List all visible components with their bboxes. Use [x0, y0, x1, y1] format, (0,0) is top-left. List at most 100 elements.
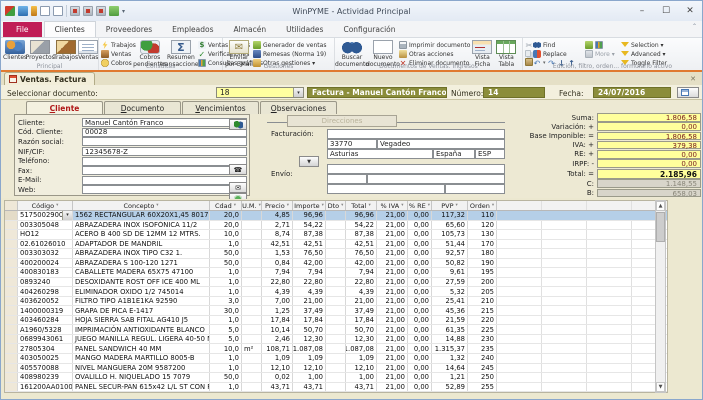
ribbon-small-button[interactable]: Ventas — [101, 50, 136, 58]
cell-codigo[interactable]: 403460284 — [18, 316, 73, 325]
cell-um[interactable] — [242, 316, 262, 325]
cell-codigo[interactable]: 405570088 — [18, 364, 73, 373]
header-pvp[interactable]: PVP▾ — [432, 201, 468, 210]
cell-concepto[interactable]: PANEL SECUR-PAN 615x42 L/L ST CON REFUE — [73, 383, 210, 392]
cell-cdad[interactable]: 1,0 — [210, 287, 242, 296]
cell-um[interactable] — [242, 221, 262, 230]
cell-concepto[interactable]: ELIMINADOR OXIDO 1/2 745014 — [73, 287, 210, 296]
row-selector[interactable] — [5, 354, 18, 363]
field-input[interactable]: Manuel Cantón Franco — [82, 118, 247, 127]
cell-importe[interactable]: 22,80 — [293, 278, 326, 287]
cell-re[interactable]: 0,00 — [408, 364, 432, 373]
page-icon[interactable] — [40, 6, 50, 16]
cell-orden[interactable]: 235 — [468, 344, 497, 353]
row-selector[interactable] — [5, 211, 18, 220]
row-selector[interactable] — [5, 230, 18, 239]
cell-dto[interactable] — [326, 268, 346, 277]
cell-orden[interactable]: 130 — [468, 230, 497, 239]
cell-pvp[interactable]: 105,73 — [432, 230, 468, 239]
cell-dto[interactable] — [326, 278, 346, 287]
row-selector[interactable] — [5, 344, 18, 353]
cell-dto[interactable] — [326, 316, 346, 325]
cell-codigo[interactable]: HO12 — [18, 230, 73, 239]
cell-orden[interactable]: 220 — [468, 316, 497, 325]
cut-button[interactable] — [525, 41, 533, 49]
cell-importe[interactable]: 7,94 — [293, 268, 326, 277]
misc-icons[interactable] — [585, 41, 621, 49]
cell-orden[interactable]: 250 — [468, 373, 497, 382]
copy-button[interactable] — [525, 50, 533, 57]
cell-codigo[interactable]: 404260298 — [18, 287, 73, 296]
cell-concepto[interactable]: JUEGO MANILLA REGUL. LIGERA 40-50 M — [73, 335, 210, 344]
cell-importe[interactable]: 96,96 — [293, 211, 326, 220]
cell-um[interactable] — [242, 240, 262, 249]
cell-um[interactable] — [242, 211, 262, 220]
row-selector[interactable] — [5, 325, 18, 334]
cell-um[interactable] — [242, 278, 262, 287]
combo-dropdown-icon[interactable]: ▾ — [293, 88, 303, 97]
cell-re[interactable]: 0,00 — [408, 259, 432, 268]
cell-precio[interactable]: 1,25 — [262, 306, 293, 315]
cell-orden[interactable]: 195 — [468, 268, 497, 277]
header-orden[interactable]: Orden▾ — [468, 201, 497, 210]
filter-button[interactable]: Advanced ▾ — [621, 50, 667, 58]
cell-codigo[interactable]: 403050025 — [18, 354, 73, 363]
cell-pvp[interactable]: 50,82 — [432, 259, 468, 268]
ribbon-big-button[interactable]: Clientes — [3, 39, 27, 62]
cell-pvp[interactable]: 92,57 — [432, 249, 468, 258]
row-selector[interactable] — [5, 373, 18, 382]
header-importe[interactable]: Importe▾ — [293, 201, 326, 210]
cell-total[interactable]: 96,96 — [346, 211, 377, 220]
cell-total[interactable]: 22,80 — [346, 278, 377, 287]
cell-precio[interactable]: 4,39 — [262, 287, 293, 296]
cell-re[interactable]: 0,00 — [408, 354, 432, 363]
cell-iva[interactable]: 21,00 — [377, 240, 408, 249]
cell-importe[interactable]: 42,00 — [293, 259, 326, 268]
cell-um[interactable] — [242, 354, 262, 363]
field-input[interactable] — [82, 166, 247, 175]
ribbon-big-button[interactable]: Trabajos — [53, 39, 78, 62]
chart-icon[interactable] — [18, 6, 28, 16]
cell-re[interactable]: 0,00 — [408, 306, 432, 315]
header-cdad[interactable]: Cdad▾ — [210, 201, 242, 210]
ribbon-collapse-icon[interactable]: ⌃ — [692, 23, 697, 30]
cell-orden[interactable]: 205 — [468, 287, 497, 296]
ribbon-small-button[interactable]: Trabajos — [101, 41, 136, 49]
cell-orden[interactable]: 215 — [468, 306, 497, 315]
table-row[interactable]: 408980239 OVALILLO H. NIQUELADO 15 7079 … — [5, 373, 667, 383]
scroll-down-icon[interactable]: ▼ — [656, 382, 665, 392]
cell-um[interactable] — [242, 249, 262, 258]
cell-importe[interactable]: 50,70 — [293, 325, 326, 334]
document-combo[interactable]: 18 ▾ — [216, 87, 304, 98]
cell-pvp[interactable]: 1.315,37 — [432, 344, 468, 353]
cell-precio[interactable]: 4,85 — [262, 211, 293, 220]
direcciones-button[interactable]: Direcciones — [287, 115, 397, 127]
row-selector[interactable] — [5, 335, 18, 344]
field-input[interactable] — [82, 185, 247, 194]
qat-dropdown-icon[interactable]: ▾ — [122, 8, 125, 15]
cell-pvp[interactable]: 27,59 — [432, 278, 468, 287]
cell-importe[interactable]: 76,50 — [293, 249, 326, 258]
cell-total[interactable]: 12,30 — [346, 335, 377, 344]
cell-cdad[interactable]: 1,0 — [210, 268, 242, 277]
row-selector[interactable] — [5, 268, 18, 277]
close-button[interactable]: ✕ — [678, 1, 702, 21]
cell-cdad[interactable]: 20,0 — [210, 221, 242, 230]
cell-iva[interactable]: 21,00 — [377, 306, 408, 315]
cell-cdad[interactable]: 1,0 — [210, 354, 242, 363]
cell-total[interactable]: 12,10 — [346, 364, 377, 373]
cell-iva[interactable]: 21,00 — [377, 221, 408, 230]
cell-concepto[interactable]: ACERO B 400 SD DE 12MM 12 MTRS. — [73, 230, 210, 239]
phone-button[interactable]: ☎ — [229, 164, 247, 175]
cell-orden[interactable]: 245 — [468, 364, 497, 373]
cell-iva[interactable]: 21,00 — [377, 259, 408, 268]
table-row[interactable]: 400200024 ABRAZADERA S 100-120 1271 50,0… — [5, 259, 667, 269]
cell-dto[interactable] — [326, 383, 346, 392]
cell-pvp[interactable]: 1,32 — [432, 354, 468, 363]
ship-city-field[interactable] — [367, 174, 505, 184]
ribbon-tab[interactable]: Utilidades — [276, 22, 333, 37]
cell-total[interactable]: 21,00 — [346, 297, 377, 306]
cell-pvp[interactable]: 51,44 — [432, 240, 468, 249]
table-vertical-scrollbar[interactable]: ▲ ▼ — [655, 200, 666, 393]
cell-dto[interactable] — [326, 259, 346, 268]
